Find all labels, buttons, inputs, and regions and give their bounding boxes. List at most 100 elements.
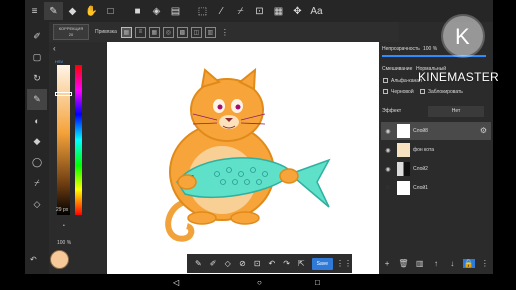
layer-row[interactable]: ◌ Слой1 — [381, 179, 491, 197]
snap-grid-button[interactable]: ▩ — [176, 26, 188, 38]
layer-thumbnail — [397, 181, 410, 195]
recents-nav-icon[interactable]: □ — [315, 278, 320, 287]
blend-label: Смешивание — [382, 66, 413, 72]
menu-icon[interactable]: ≡ — [25, 2, 44, 20]
sub-toolbar: КОРРЕКЦИЯ 20 Привязка ▦ ≡ ▦ ◎ ▩ ◫ ▥ ⋮ — [49, 22, 399, 42]
delete-layer-icon[interactable]: 🗑 — [397, 259, 409, 268]
opacity-label: Непрозрачность — [382, 46, 420, 52]
cat-with-fish-artwork — [165, 67, 331, 242]
brush-opacity-label: 100 % — [57, 240, 72, 246]
snap-cross-button[interactable]: ▦ — [148, 26, 160, 38]
text-icon[interactable]: Aa — [307, 2, 326, 20]
eyedropper-icon[interactable]: ⌿ — [231, 2, 250, 20]
frame-icon[interactable]: ▢ — [27, 47, 47, 68]
layer-row[interactable]: ◉ Слой8 ⚙ — [381, 122, 491, 140]
color-mode-label[interactable]: HSV — [55, 59, 63, 64]
draft-checkbox[interactable] — [383, 89, 388, 94]
more-icon[interactable]: ⋮ — [221, 28, 229, 37]
home-nav-icon[interactable]: ○ — [257, 278, 262, 287]
color-panel: ‹ HSV 29 px • 100 % — [49, 42, 87, 273]
fill-rect-icon[interactable]: ■ — [128, 2, 147, 20]
lock-label: Заблокировать — [428, 89, 463, 95]
eye-hidden-icon[interactable]: ◌ — [381, 185, 395, 191]
effect-label: Эффект — [382, 108, 402, 114]
collapse-arrow-icon[interactable]: ‹ — [53, 44, 56, 53]
layers-icon[interactable]: ◆ — [27, 131, 47, 152]
eraser-side-icon[interactable]: ◇ — [27, 194, 47, 215]
deselect-icon[interactable]: ⊘ — [235, 255, 250, 272]
correction-control[interactable]: КОРРЕКЦИЯ 20 — [53, 24, 89, 40]
eyedropper-side-icon[interactable]: ⌿ — [27, 173, 47, 194]
snap-radial-button[interactable]: ◎ — [162, 26, 174, 38]
palette-icon[interactable]: ◐ — [27, 110, 47, 131]
eye-icon[interactable]: ◉ — [381, 128, 395, 135]
layer-thumbnail — [397, 124, 410, 138]
bottom-toolbar: ✎ ✐ ◇ ⊘ ⊡ ↶ ↷ ⇱ Save ⋮⋮ — [187, 254, 352, 273]
brush-size-label: 29 px — [56, 207, 69, 213]
layer-name: Слой8 — [413, 128, 428, 134]
layer-select-icon[interactable]: ▦ — [269, 2, 288, 20]
gradient-icon[interactable]: ▤ — [166, 2, 185, 20]
current-color-swatch[interactable] — [50, 250, 69, 269]
app-window: ≡ ✎ ◆ ✋ □ ■ ◈ ▤ ⬚ ⁄ ⌿ ⊡ ▦ ✥ Aa ✐ ▢ ↻ ✎ ◐… — [25, 0, 493, 290]
hand-icon[interactable]: ✋ — [82, 2, 101, 20]
layer-thumbnail — [397, 143, 410, 157]
lasso-icon[interactable]: ⬚ — [193, 2, 212, 20]
opacity-value: 100 % — [423, 46, 438, 52]
undo-arrow-icon[interactable]: ↶ — [30, 255, 37, 264]
pen-tool-icon[interactable]: ✎ — [191, 255, 206, 272]
effect-select[interactable]: Нет — [428, 106, 484, 117]
brush-icon[interactable]: ✎ — [27, 89, 47, 110]
snap-parallel-button[interactable]: ≡ — [134, 26, 146, 38]
rotate-icon[interactable]: ↻ — [27, 68, 47, 89]
kinemaster-logo-icon: K — [441, 14, 485, 58]
move-up-icon[interactable]: ↑ — [430, 259, 442, 268]
color-marker — [55, 92, 72, 96]
circle-icon[interactable]: ◯ — [27, 152, 47, 173]
select-rect-icon[interactable]: □ — [101, 2, 120, 20]
layer-name: Слой1 — [413, 185, 428, 191]
back-nav-icon[interactable]: ◁ — [173, 278, 179, 287]
save-button[interactable]: Save — [311, 257, 334, 270]
bucket-icon[interactable]: ◈ — [147, 2, 166, 20]
edit-icon[interactable]: ✐ — [27, 26, 47, 47]
layer-name: фон кота — [413, 147, 434, 153]
svg-text:K: K — [455, 24, 470, 49]
snap-label: Привязка — [95, 29, 117, 35]
top-toolbar: ≡ ✎ ◆ ✋ □ ■ ◈ ▤ ⬚ ⁄ ⌿ ⊡ ▦ ✥ Aa — [25, 0, 493, 22]
gear-icon[interactable]: ⚙ — [480, 126, 487, 135]
hue-slider[interactable] — [75, 65, 82, 215]
snap-curve-button[interactable]: ◫ — [190, 26, 202, 38]
wand-icon[interactable]: ⁄ — [212, 2, 231, 20]
duplicate-layer-icon[interactable]: ▥ — [414, 259, 426, 268]
drawing-canvas[interactable] — [107, 42, 397, 274]
move-icon[interactable]: ✥ — [288, 2, 307, 20]
transform-icon[interactable]: ⊡ — [250, 2, 269, 20]
snap-perspective-button[interactable]: ▥ — [204, 26, 216, 38]
crop-icon[interactable]: ⊡ — [250, 255, 265, 272]
eye-icon[interactable]: ◉ — [381, 166, 395, 173]
undo-icon[interactable]: ↶ — [265, 255, 280, 272]
lock-checkbox[interactable] — [420, 89, 425, 94]
eraser-icon[interactable]: ◆ — [63, 2, 82, 20]
eraser-tool-icon[interactable]: ◇ — [220, 255, 235, 272]
pen-icon[interactable]: ✎ — [44, 2, 63, 20]
redo-icon[interactable]: ↷ — [279, 255, 294, 272]
alpha-lock-checkbox[interactable] — [383, 78, 388, 83]
saturation-value-slider[interactable] — [57, 65, 70, 215]
layer-thumbnail — [397, 162, 410, 176]
lock-layer-icon[interactable]: 🔒 — [462, 258, 475, 268]
layer-row[interactable]: ◉ Слой2 — [381, 160, 491, 178]
export-icon[interactable]: ⇱ — [294, 255, 309, 272]
brush-tool-icon[interactable]: ✐ — [206, 255, 221, 272]
layer-menu-icon[interactable]: ⋮ — [479, 259, 491, 268]
layer-row[interactable]: ◉ фон кота — [381, 141, 491, 159]
snap-off-button[interactable]: ▦ — [120, 26, 132, 38]
draft-label: Черновой — [391, 89, 414, 95]
eye-icon[interactable]: ◉ — [381, 147, 395, 154]
android-nav-bar: ◁ ○ □ — [25, 274, 493, 290]
grid-menu-icon[interactable]: ⋮⋮ — [336, 255, 352, 272]
layer-toolbar: + 🗑 ▥ ↑ ↓ 🔒 ⋮ — [379, 254, 493, 272]
move-down-icon[interactable]: ↓ — [446, 259, 458, 268]
add-layer-icon[interactable]: + — [381, 259, 393, 268]
